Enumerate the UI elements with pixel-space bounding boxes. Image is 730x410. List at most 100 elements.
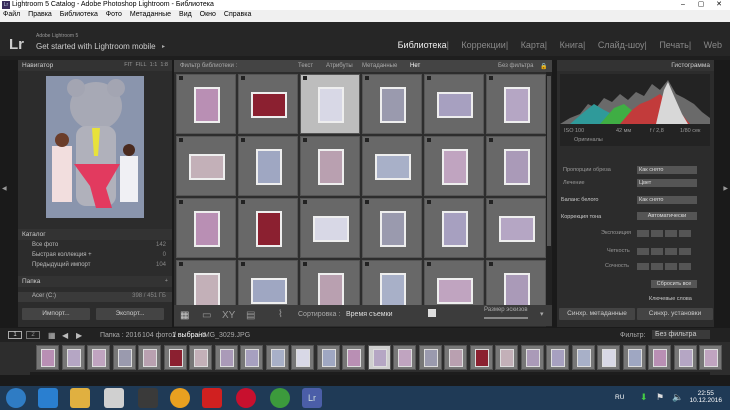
module-develop[interactable]: Коррекции [461,40,505,50]
import-button[interactable]: Импорт... [22,308,90,320]
module-map[interactable]: Карта [521,40,545,50]
sync-settings-button[interactable]: Синхр. установки [637,308,713,320]
grid-cell[interactable] [362,74,422,134]
volume-icon[interactable]: 🔈 [672,392,683,403]
export-button[interactable]: Экспорт... [96,308,164,320]
grid-cell[interactable] [300,198,360,258]
language-indicator[interactable]: RU [615,394,624,401]
crop-select[interactable]: Как снято [637,166,697,174]
compare-view-icon[interactable]: XY [222,310,235,321]
monitor-icon[interactable] [138,388,158,408]
exposure-inc[interactable] [665,230,677,237]
menu-file[interactable]: Файл [0,10,23,18]
module-book[interactable]: Книга [560,40,583,50]
filmstrip-thumbnail[interactable] [546,345,569,370]
filmstrip-thumbnail[interactable] [520,345,544,370]
menu-window[interactable]: Окно [197,10,219,18]
explorer-icon[interactable] [70,388,90,408]
window-1-button[interactable]: 1 [8,331,22,339]
filmstrip-thumbnail[interactable] [597,345,620,370]
add-folder-button[interactable]: + [165,278,168,284]
grid-cell[interactable] [424,198,484,258]
left-edge-arrow-icon[interactable]: ◀ [2,185,7,192]
filmstrip-thumbnail[interactable] [673,345,697,370]
thumb-size-slider[interactable] [484,317,528,319]
survey-view-icon[interactable]: ▤ [246,310,255,321]
filmstrip-thumbnail[interactable] [214,345,238,370]
filmstrip-thumbnail[interactable] [291,345,314,370]
scroll-thumb[interactable] [547,76,551,246]
module-web[interactable]: Web [704,40,722,50]
catalog-header[interactable]: Каталог [18,229,172,240]
catalog-item-all[interactable]: Все фото 142 [18,241,172,251]
filmstrip-thumbnail[interactable] [571,345,595,370]
filmstrip-thumbnail[interactable] [316,345,340,370]
menu-edit[interactable]: Правка [25,10,55,18]
filmstrip-filter-select[interactable]: Без фильтра [652,330,710,339]
grid-cell[interactable] [486,74,546,134]
clarity-inc-2[interactable] [679,248,691,255]
menu-help[interactable]: Справка [221,10,254,18]
filmstrip-thumbnail[interactable] [189,345,212,370]
forward-arrow-icon[interactable]: ▶ [76,331,82,340]
keywords-header[interactable]: Ключевые слова [649,296,692,302]
exposure-dec[interactable] [651,230,663,237]
grid-cell[interactable] [486,198,546,258]
grid-cell[interactable] [300,136,360,196]
filmstrip-thumbnail[interactable] [495,345,518,370]
treatment-select[interactable]: Цвет [637,179,697,187]
clarity-inc[interactable] [665,248,677,255]
filmstrip-thumbnail[interactable] [622,345,646,370]
auto-tone-button[interactable]: Автоматически [637,212,697,220]
histo-originals[interactable]: Оригиналы [574,137,603,143]
start-button[interactable] [6,388,26,408]
grid-cell[interactable] [424,136,484,196]
filmstrip-thumbnail[interactable] [36,345,59,370]
flag-icon[interactable]: ⚑ [656,392,664,403]
menu-view[interactable]: Вид [176,10,195,18]
zoom-fit[interactable]: FIT [124,62,132,68]
exposure-inc-2[interactable] [679,230,691,237]
folders-header[interactable]: Папка + [18,276,172,287]
filter-tab-metadata[interactable]: Метаданные [362,63,397,69]
filmstrip-thumbnail[interactable] [648,345,671,370]
vibrance-dec-2[interactable] [637,263,649,270]
histogram-header[interactable]: Гистограмма [557,60,714,71]
promo-arrow-icon[interactable]: ▸ [162,43,165,50]
filmstrip-thumbnail[interactable] [342,345,365,370]
media-player-icon[interactable] [104,388,124,408]
sort-value[interactable]: Время съемки [346,311,393,318]
close-button[interactable]: ✕ [710,0,728,9]
filmstrip-thumbnail[interactable] [87,345,110,370]
filmstrip-thumbnail[interactable] [469,345,493,370]
ie-icon[interactable] [38,388,58,408]
folder-drive[interactable]: Acer (C:) 398 / 451 ГБ [18,292,172,302]
loupe-view-icon[interactable]: ▭ [202,310,211,321]
catalog-item-previous[interactable]: Предыдущий импорт 104 [18,261,172,271]
yandex-browser-icon[interactable] [236,388,256,408]
filter-preset[interactable]: Без фильтра [498,63,533,69]
zoom-fill[interactable]: FILL [136,62,147,68]
filmstrip-thumbnail[interactable] [418,345,442,370]
grid-cell[interactable] [238,74,298,134]
maximize-button[interactable]: ▢ [692,0,710,9]
module-library[interactable]: Библиотека [398,40,447,50]
exposure-dec-2[interactable] [637,230,649,237]
grid-cell[interactable] [176,74,236,134]
back-arrow-icon[interactable]: ◀ [62,331,68,340]
clarity-dec-2[interactable] [637,248,649,255]
menu-library[interactable]: Библиотека [57,10,101,18]
filmstrip-thumbnail[interactable] [61,345,85,370]
filmstrip-scrollbar[interactable] [30,372,710,375]
filmstrip-thumbnail[interactable] [393,345,416,370]
clock[interactable]: 22:55 10.12.2016 [689,390,722,404]
lightroom-taskbar-icon[interactable]: Lr [302,388,322,408]
filmstrip-thumbnail[interactable] [240,345,263,370]
module-print[interactable]: Печать [659,40,688,50]
catalog-item-quick[interactable]: Быстрая коллекция + 0 [18,251,172,261]
module-slideshow[interactable]: Слайд-шоу [598,40,645,50]
navigator-preview[interactable] [46,76,144,218]
toolbar-menu-icon[interactable]: ▾ [540,310,544,318]
grid-cell[interactable] [300,74,360,134]
filter-tab-text[interactable]: Текст [298,63,313,69]
